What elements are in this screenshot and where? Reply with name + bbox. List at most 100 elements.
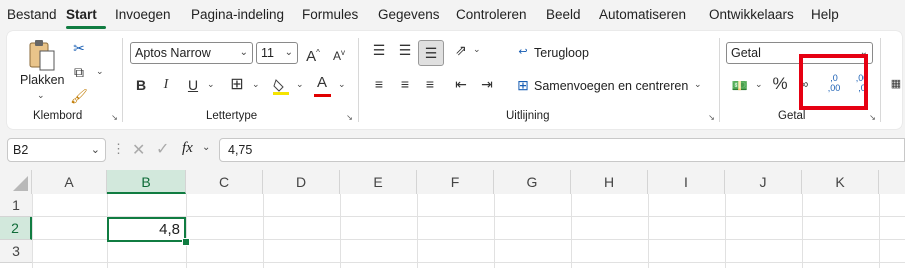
wrap-text-button[interactable]: Terugloop bbox=[534, 46, 589, 60]
column-header[interactable]: D bbox=[263, 170, 340, 194]
gridline bbox=[802, 194, 803, 268]
decrease-indent-icon[interactable]: ⇤ bbox=[449, 72, 473, 96]
menu-bar: Bestand Start Invoegen Pagina-indeling F… bbox=[0, 0, 905, 30]
column-header[interactable]: A bbox=[32, 170, 107, 194]
chevron-down-icon[interactable]: ⌄ bbox=[37, 90, 45, 101]
italic-button[interactable]: I bbox=[154, 73, 178, 97]
tab-automatiseren[interactable]: Automatiseren bbox=[599, 7, 686, 22]
grow-font-icon[interactable]: A^ bbox=[301, 41, 325, 65]
chevron-down-icon[interactable]: ⌄ bbox=[338, 79, 346, 90]
dialog-launcher-icon[interactable]: ↘ bbox=[868, 113, 877, 122]
accounting-format-icon[interactable]: 💵 bbox=[728, 74, 752, 98]
font-name-value: Aptos Narrow bbox=[135, 46, 211, 60]
fill-handle[interactable] bbox=[182, 238, 190, 246]
name-box-value: B2 bbox=[13, 143, 29, 157]
tab-gegevens[interactable]: Gegevens bbox=[378, 7, 440, 22]
chevron-down-icon[interactable]: ⌄ bbox=[207, 79, 215, 90]
dialog-launcher-icon[interactable]: ↘ bbox=[110, 113, 119, 122]
column-header[interactable]: J bbox=[725, 170, 802, 194]
column-header[interactable]: C bbox=[186, 170, 263, 194]
chevron-down-icon[interactable]: ⌄ bbox=[296, 79, 304, 90]
name-box[interactable]: B2 ⌄ bbox=[7, 138, 106, 162]
row-header[interactable]: 2 bbox=[0, 217, 32, 240]
paste-label[interactable]: Plakken bbox=[20, 73, 64, 87]
dialog-launcher-icon[interactable]: ↘ bbox=[707, 113, 716, 122]
chevron-down-icon: ⌄ bbox=[284, 47, 293, 58]
gridline bbox=[32, 262, 905, 263]
font-color-bar bbox=[314, 94, 331, 97]
align-middle-icon[interactable]: ☰ bbox=[393, 38, 417, 62]
percent-button[interactable]: % bbox=[768, 72, 792, 96]
chevron-down-icon[interactable]: ⌄ bbox=[755, 79, 763, 90]
divider bbox=[122, 38, 123, 122]
divider bbox=[358, 38, 359, 122]
formula-controls: ✕ ✓ fx ⌄ bbox=[124, 138, 216, 162]
increase-indent-icon[interactable]: ⇥ bbox=[475, 72, 499, 96]
copy-icon[interactable]: ⧉ bbox=[67, 60, 91, 84]
tab-bestand[interactable]: Bestand bbox=[7, 7, 57, 22]
gridline bbox=[340, 194, 341, 268]
tab-help[interactable]: Help bbox=[811, 7, 839, 22]
font-name-select[interactable]: Aptos Narrow ⌄ bbox=[130, 42, 253, 64]
insert-function-icon[interactable]: fx bbox=[182, 140, 193, 157]
paste-icon[interactable] bbox=[27, 38, 57, 74]
align-top-icon[interactable]: ☰ bbox=[367, 38, 391, 62]
column-header[interactable] bbox=[879, 170, 905, 194]
row-header[interactable]: 3 bbox=[0, 240, 32, 263]
formula-input[interactable]: 4,75 bbox=[219, 138, 905, 162]
column-header[interactable]: B bbox=[107, 170, 186, 194]
align-center-icon[interactable]: ≡ bbox=[393, 72, 417, 96]
group-label-number: Getal bbox=[778, 110, 806, 122]
divider bbox=[719, 38, 720, 122]
bold-button[interactable]: B bbox=[129, 73, 153, 97]
chevron-down-icon[interactable]: ⌄ bbox=[96, 66, 104, 77]
shrink-font-icon[interactable]: Av bbox=[327, 41, 351, 65]
enter-icon[interactable]: ✓ bbox=[156, 139, 169, 159]
chevron-down-icon[interactable]: ⌄ bbox=[252, 79, 260, 90]
font-color-icon[interactable]: A bbox=[310, 71, 334, 95]
column-header[interactable]: G bbox=[494, 170, 571, 194]
cut-icon[interactable]: ✂ bbox=[67, 36, 91, 60]
column-header[interactable]: F bbox=[417, 170, 494, 194]
conditional-format-icon[interactable]: ▦ bbox=[884, 72, 905, 96]
chevron-down-icon[interactable]: ⌄ bbox=[473, 44, 481, 55]
wrap-text-icon[interactable]: ↩ bbox=[511, 40, 535, 64]
tab-start[interactable]: Start bbox=[66, 7, 97, 22]
borders-icon[interactable]: ⊞ bbox=[225, 73, 249, 97]
format-painter-icon[interactable]: 🖌 bbox=[67, 84, 91, 108]
column-header[interactable]: K bbox=[802, 170, 879, 194]
column-header[interactable]: H bbox=[571, 170, 648, 194]
tab-beeld[interactable]: Beeld bbox=[546, 7, 581, 22]
selected-cell[interactable]: 4,8 bbox=[107, 217, 186, 242]
group-label-alignment: Uitlijning bbox=[506, 110, 550, 122]
tab-ontwikkelaars[interactable]: Ontwikkelaars bbox=[709, 7, 794, 22]
orientation-icon[interactable]: ⇗ bbox=[449, 38, 473, 62]
active-tab-indicator bbox=[66, 26, 106, 29]
column-header[interactable]: I bbox=[648, 170, 725, 194]
merge-center-button[interactable]: Samenvoegen en centreren bbox=[534, 79, 688, 93]
gridline bbox=[186, 194, 187, 268]
merge-center-icon[interactable]: ⊞ bbox=[511, 73, 535, 97]
row-header[interactable]: 1 bbox=[0, 194, 32, 217]
tab-controleren[interactable]: Controleren bbox=[456, 7, 527, 22]
align-left-icon[interactable]: ≡ bbox=[367, 72, 391, 96]
column-header[interactable]: E bbox=[340, 170, 417, 194]
fill-color-icon[interactable] bbox=[271, 76, 291, 96]
dialog-launcher-icon[interactable]: ↘ bbox=[345, 113, 354, 122]
divider bbox=[880, 38, 881, 122]
chevron-down-icon[interactable]: ⌄ bbox=[202, 142, 210, 153]
select-all-corner[interactable] bbox=[0, 170, 32, 194]
tab-formules[interactable]: Formules bbox=[302, 7, 358, 22]
font-size-select[interactable]: 11 ⌄ bbox=[256, 42, 298, 64]
chevron-down-icon: ⌄ bbox=[239, 47, 248, 58]
tab-invoegen[interactable]: Invoegen bbox=[115, 7, 171, 22]
cancel-icon[interactable]: ✕ bbox=[132, 140, 145, 160]
gridline bbox=[648, 194, 649, 268]
gridline bbox=[32, 194, 33, 268]
chevron-down-icon[interactable]: ⌄ bbox=[694, 79, 702, 90]
align-bottom-icon[interactable]: ☰ bbox=[418, 40, 444, 66]
tab-pagina-indeling[interactable]: Pagina-indeling bbox=[191, 7, 284, 22]
gridline bbox=[417, 194, 418, 268]
underline-button[interactable]: U bbox=[181, 73, 205, 97]
align-right-icon[interactable]: ≡ bbox=[418, 72, 442, 96]
